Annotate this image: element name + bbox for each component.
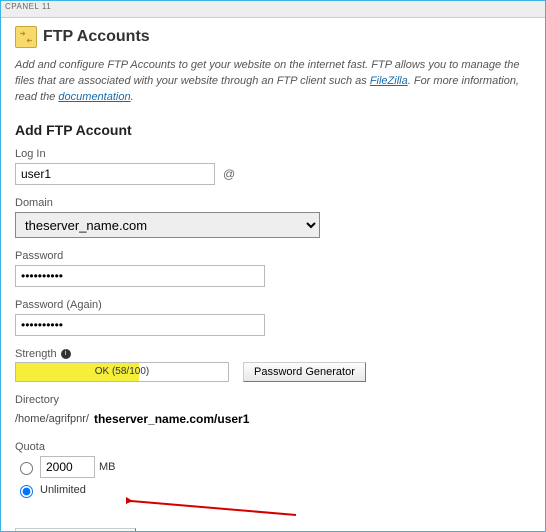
strength-label: Strength [15, 348, 57, 360]
info-icon: i [61, 349, 71, 359]
password-label: Password [15, 250, 531, 262]
quota-unit: MB [99, 461, 116, 473]
filezilla-link[interactable]: FileZilla [370, 75, 408, 87]
domain-select[interactable]: theserver_name.com [15, 212, 320, 238]
window-header: CPANEL 11 [1, 1, 545, 18]
page-title: FTP Accounts [43, 28, 150, 46]
page-description: Add and configure FTP Accounts to get yo… [15, 58, 531, 106]
quota-unlimited-label: Unlimited [40, 484, 86, 496]
directory-prefix: /home/agrifpnr/ [15, 413, 89, 425]
directory-input[interactable] [89, 409, 259, 429]
quota-unlimited-radio[interactable] [20, 485, 33, 498]
directory-label: Directory [15, 394, 531, 406]
strength-text: OK (58/100) [95, 366, 149, 377]
login-input[interactable] [15, 163, 215, 185]
at-symbol: @ [223, 167, 235, 181]
password-input[interactable] [15, 265, 265, 287]
password-again-input[interactable] [15, 314, 265, 336]
documentation-link[interactable]: documentation [58, 91, 130, 103]
quota-label: Quota [15, 441, 531, 453]
form-heading: Add FTP Account [15, 122, 531, 138]
password-again-label: Password (Again) [15, 299, 531, 311]
password-generator-button[interactable]: Password Generator [243, 362, 366, 382]
page-title-block: FTP Accounts [15, 26, 531, 48]
product-label: CPANEL 11 [5, 2, 51, 11]
create-ftp-account-button[interactable]: Create FTP Account [15, 528, 136, 532]
quota-custom-radio[interactable] [20, 462, 33, 475]
strength-meter: OK (58/100) [15, 362, 229, 382]
login-label: Log In [15, 148, 531, 160]
ftp-icon [15, 26, 37, 48]
domain-label: Domain [15, 197, 531, 209]
quota-custom-input[interactable] [40, 456, 95, 478]
